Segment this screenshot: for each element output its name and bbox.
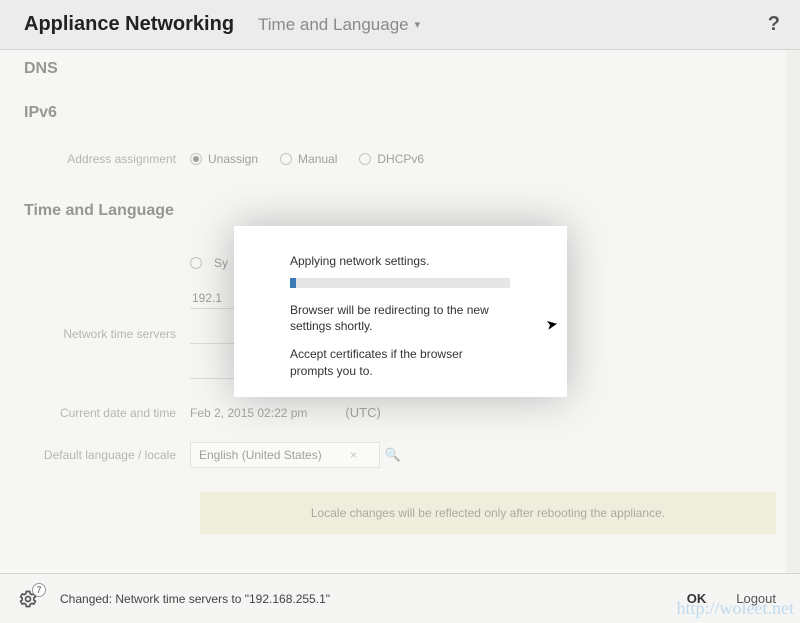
modal-line-3: Accept certificates if the browser promp… [290, 346, 500, 378]
top-bar: Appliance Networking Time and Language ▾… [0, 0, 800, 50]
breadcrumb-label: Time and Language [258, 15, 409, 35]
modal-title: Applying network settings. [290, 254, 539, 268]
progress-fill [290, 278, 296, 288]
progress-bar [290, 278, 510, 288]
bottom-bar: 7 Changed: Network time servers to "192.… [0, 573, 800, 623]
ok-button[interactable]: OK [687, 591, 707, 606]
modal-line-2: Browser will be redirecting to the new s… [290, 302, 490, 334]
page-title: Appliance Networking [24, 13, 234, 36]
breadcrumb-dropdown[interactable]: Time and Language ▾ [258, 15, 420, 35]
activity-badge: 7 [32, 583, 46, 597]
progress-modal: Applying network settings. Browser will … [234, 226, 567, 397]
help-icon[interactable]: ? [768, 13, 780, 36]
activity-gear-icon[interactable]: 7 [18, 589, 38, 609]
logout-button[interactable]: Logout [736, 591, 776, 606]
chevron-down-icon: ▾ [415, 18, 421, 31]
status-text: Changed: Network time servers to "192.16… [60, 592, 330, 606]
